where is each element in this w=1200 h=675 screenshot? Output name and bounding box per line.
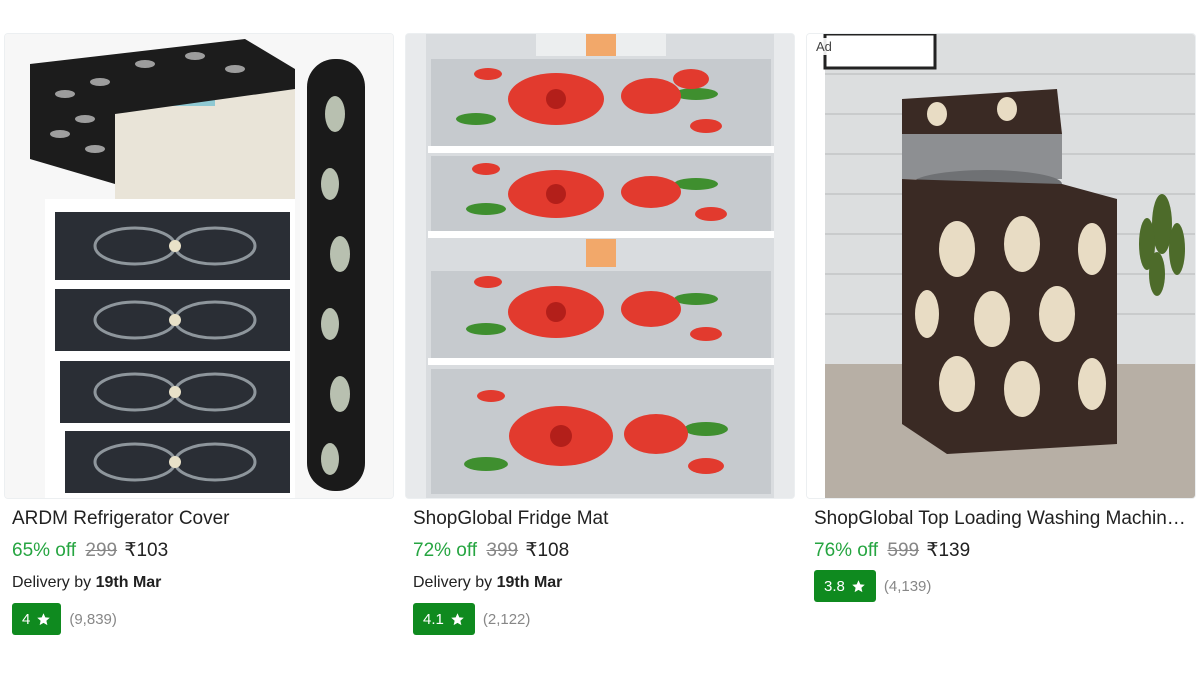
mrp-price: 299 bbox=[85, 540, 118, 561]
delivery-info: Delivery by 19th Mar bbox=[413, 574, 562, 592]
delivery-prefix: Delivery by bbox=[413, 574, 493, 591]
product-title[interactable]: ShopGlobal Fridge Mat bbox=[413, 508, 791, 530]
rating-row: 3.8 (4,139) bbox=[814, 570, 931, 602]
star-icon bbox=[852, 579, 865, 592]
rating-row: 4.1 (2,122) bbox=[413, 603, 530, 635]
product-image-fridge-mat[interactable] bbox=[405, 33, 795, 499]
discount-label: 76% off bbox=[814, 540, 879, 561]
product-card-fridge-mat[interactable]: ShopGlobal Fridge Mat 72% off 399 ₹108 D… bbox=[405, 0, 795, 675]
review-count: (4,139) bbox=[883, 577, 932, 595]
product-title[interactable]: ShopGlobal Top Loading Washing Machine C… bbox=[814, 508, 1192, 530]
rating-value: 4 bbox=[22, 610, 31, 628]
discount-label: 65% off bbox=[12, 540, 77, 561]
rating-badge[interactable]: 4 bbox=[12, 603, 62, 635]
rose-fridge-mat-image bbox=[406, 34, 794, 498]
price-row: 65% off 299 ₹103 bbox=[12, 539, 168, 562]
selling-price: ₹108 bbox=[525, 540, 570, 561]
washing-machine-cover-image bbox=[807, 34, 1195, 498]
product-grid: ARDM Refrigerator Cover 65% off 299 ₹103… bbox=[0, 0, 1200, 675]
discount-label: 72% off bbox=[413, 540, 478, 561]
star-icon bbox=[37, 612, 51, 625]
delivery-date: 19th Mar bbox=[95, 574, 162, 591]
delivery-info: Delivery by 19th Mar bbox=[12, 574, 161, 592]
ad-badge: Ad bbox=[813, 38, 835, 55]
delivery-date: 19th Mar bbox=[496, 574, 563, 591]
mrp-price: 399 bbox=[486, 540, 519, 561]
product-image-washing-machine-cover[interactable]: Ad bbox=[806, 33, 1196, 499]
fridge-cover-set-image bbox=[5, 34, 393, 498]
review-count: (9,839) bbox=[69, 610, 117, 628]
rating-value: 4.1 bbox=[423, 610, 444, 628]
review-count: (2,122) bbox=[482, 610, 531, 628]
rating-badge[interactable]: 4.1 bbox=[413, 603, 475, 635]
product-card-refrigerator-cover[interactable]: ARDM Refrigerator Cover 65% off 299 ₹103… bbox=[4, 0, 394, 675]
selling-price: ₹103 bbox=[124, 540, 169, 561]
mrp-price: 599 bbox=[887, 540, 920, 561]
rating-row: 4 (9,839) bbox=[12, 603, 117, 635]
star-icon bbox=[451, 612, 464, 625]
delivery-prefix: Delivery by bbox=[12, 574, 92, 591]
price-row: 76% off 599 ₹139 bbox=[814, 539, 970, 562]
product-card-washing-machine-cover[interactable]: Ad ShopGlobal Top Loading Washing Machin… bbox=[806, 0, 1196, 675]
rating-badge[interactable]: 3.8 bbox=[814, 570, 876, 602]
price-row: 72% off 399 ₹108 bbox=[413, 539, 569, 562]
product-title[interactable]: ARDM Refrigerator Cover bbox=[12, 508, 390, 530]
product-image-fridge-cover[interactable] bbox=[4, 33, 394, 499]
rating-value: 3.8 bbox=[824, 577, 845, 595]
selling-price: ₹139 bbox=[926, 540, 971, 561]
